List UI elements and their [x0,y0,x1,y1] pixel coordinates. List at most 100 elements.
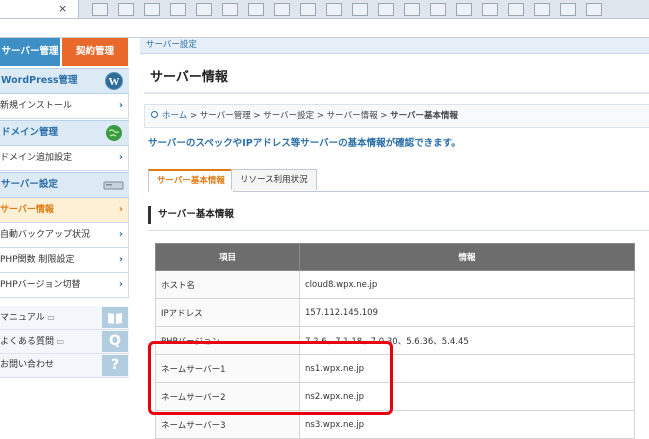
table-cell-value: 157.112.145.109 [299,298,635,327]
sidebar-item-domain-add[interactable]: ドメイン追加設定 › [0,146,129,171]
table-cell-value: cloud8.wpx.ne.jp [299,270,635,299]
table-row: PHPバージョン 7.2.6、7.1.18、7.0.30、5.6.36、5.4.… [155,326,635,355]
sidebar-item-server-info[interactable]: サーバー情報 › [0,198,129,223]
table-row: IPアドレス 157.112.145.109 [155,298,635,327]
toolbar-icon[interactable] [534,3,550,16]
table-cell-key: PHPバージョン [155,326,300,355]
page-title: サーバー情報 [150,70,228,85]
divider [144,92,649,94]
sidebar-section-label: ドメイン管理 [1,127,59,138]
breadcrumb-path: > サーバー管理 > サーバー設定 > サーバー情報 > [187,111,391,121]
toolbar-icon[interactable] [404,3,420,16]
table-header: 項目 [155,243,300,271]
sidebar-item-new-install[interactable]: 新規インストール › [0,94,129,119]
table-cell-value: ns2.wpx.ne.jp [299,382,635,411]
category-label: サーバー設定 [146,40,197,50]
toolbar-icon[interactable] [170,3,186,16]
chevron-right-icon: › [118,229,123,240]
toolbar-icon[interactable] [118,3,134,16]
question-icon: Q [102,331,128,352]
toolbar-icon[interactable] [586,3,602,16]
chevron-right-icon: › [118,279,123,290]
tab-contract-management[interactable]: 契約管理 [62,38,128,66]
sidebar-section-wordpress[interactable]: WordPress管理 W [0,68,129,94]
close-tab-icon[interactable]: × [58,2,67,15]
address-bar[interactable] [0,19,649,38]
table-cell-value: 7.2.6、7.1.18、7.0.30、5.6.36、5.4.45 [299,326,635,355]
toolbar-icon[interactable] [508,3,524,16]
toolbar-icon[interactable] [274,3,290,16]
chevron-right-icon: › [118,254,123,265]
toolbar-icon[interactable] [144,3,160,16]
toolbar-icon[interactable] [300,3,316,16]
globe-icon [105,124,123,142]
support-link-manual[interactable]: マニュアル ▭ [0,306,129,330]
content-tabs: サーバー基本情報 リソース利用状況 [148,169,649,192]
breadcrumb-current: サーバー基本情報 [390,111,459,121]
support-link-label: よくある質問 [0,337,55,347]
sidebar-item-label: PHP関数 制限設定 [0,255,75,265]
sidebar-item-label: 自動バックアップ状況 [0,230,91,240]
external-link-icon: ▭ [44,313,55,322]
browser-tab[interactable]: × [0,0,79,18]
table-row: ネームサーバー2 ns2.wpx.ne.jp [155,382,635,411]
browser-tab-bar: × [0,0,649,19]
table-cell-value: ns1.wpx.ne.jp [299,354,635,383]
breadcrumb-home-link[interactable]: ホーム [162,111,187,121]
support-link-faq[interactable]: よくある質問 ▭ Q [0,330,129,354]
main-content: サーバー設定 サーバー情報 ホーム > サーバー管理 > サーバー設定 > サー… [140,38,649,439]
server-info-table: 項目 情報 ホスト名 cloud8.wpx.ne.jp IPアドレス 157.1… [155,243,635,439]
sidebar-section-label: WordPress管理 [1,75,78,86]
tab-server-basic-info[interactable]: サーバー基本情報 [148,169,234,192]
sidebar-item-label: ドメイン追加設定 [0,153,73,163]
chevron-right-icon: › [118,204,123,215]
breadcrumb: ホーム > サーバー管理 > サーバー設定 > サーバー情報 > サーバー基本情… [144,104,649,128]
toolbar-icon[interactable] [482,3,498,16]
support-link-contact[interactable]: お問い合わせ ? [0,354,129,378]
tab-resource-usage[interactable]: リソース利用状況 [231,169,317,190]
book-icon [102,307,128,328]
toolbar-icon[interactable] [196,3,212,16]
sidebar-item-auto-backup[interactable]: 自動バックアップ状況 › [0,223,129,248]
chevron-right-icon: › [118,152,123,163]
table-cell-value: ns3.wpx.ne.jp [299,410,635,439]
browser-chrome: × [0,0,649,38]
table-cell-key: ネームサーバー2 [155,382,300,411]
toolbar-icon[interactable] [352,3,368,16]
sidebar-section-label: サーバー設定 [1,179,58,190]
toolbar-icon[interactable] [560,3,576,16]
support-link-label: お問い合わせ [0,360,55,370]
external-link-icon: ▭ [54,337,65,346]
toolbar-icon[interactable] [92,3,108,16]
sidebar-section-server-settings[interactable]: サーバー設定 [0,172,129,198]
page-description: サーバーのスペックやIPアドレス等サーバーの基本情報が確認できます。 [148,138,461,149]
server-icon [103,176,125,194]
tab-server-management[interactable]: サーバー管理 [0,38,60,66]
sidebar: サーバー管理 契約管理 WordPress管理 W 新規インストール › ドメイ… [0,38,129,419]
wordpress-icon: W [105,72,123,90]
toolbar-icon[interactable] [222,3,238,16]
table-row: ホスト名 cloud8.wpx.ne.jp [155,270,635,299]
toolbar-icon[interactable] [430,3,446,16]
table-row: ネームサーバー3 ns3.wpx.ne.jp [155,410,635,439]
circle-bullet-icon [151,111,158,118]
toolbar-icon[interactable] [248,3,264,16]
sidebar-item-php-function[interactable]: PHP関数 制限設定 › [0,248,129,273]
divider [148,230,649,231]
table-cell-key: IPアドレス [155,298,300,327]
category-header: サーバー設定 [140,38,649,54]
chevron-right-icon: › [118,100,123,111]
toolbar-icon[interactable] [326,3,342,16]
sidebar-item-php-version[interactable]: PHPバージョン切替 › [0,273,129,298]
support-link-label: マニュアル [0,313,45,323]
sidebar-section-domain[interactable]: ドメイン管理 [0,120,129,146]
help-icon: ? [102,355,128,376]
svg-text:W: W [109,76,120,88]
sidebar-item-label: サーバー情報 [0,205,54,215]
table-cell-key: ネームサーバー3 [155,410,300,439]
table-header-row: 項目 情報 [155,243,635,271]
toolbar-icon[interactable] [456,3,472,16]
table-cell-key: ネームサーバー1 [155,354,300,383]
section-title: サーバー基本情報 [148,206,234,224]
toolbar-icon[interactable] [378,3,394,16]
